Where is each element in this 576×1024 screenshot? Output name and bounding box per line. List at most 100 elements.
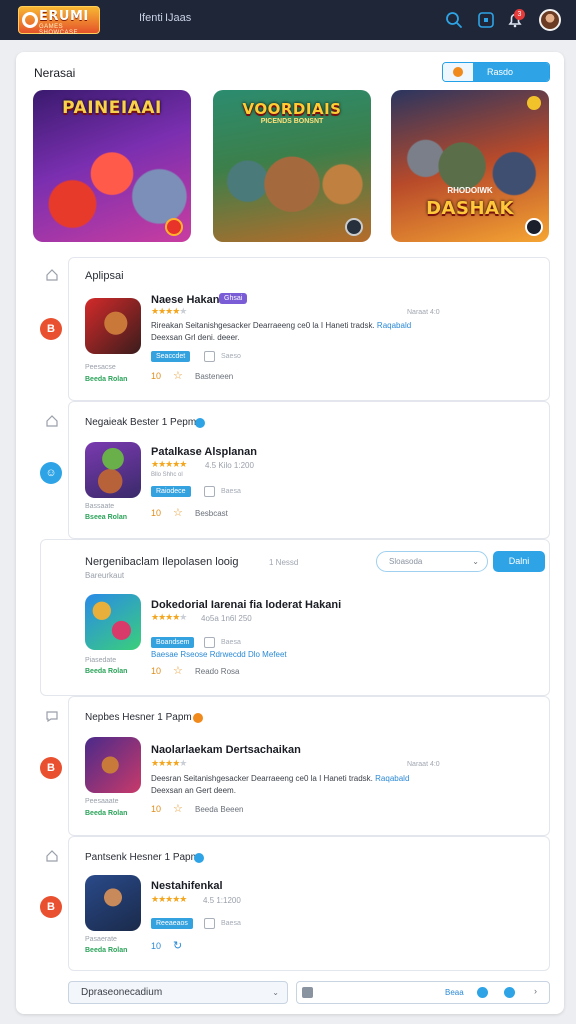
list-item[interactable]: Negaieak Bester 1 Pepm Patalkase Alsplan… bbox=[68, 401, 550, 539]
verified-icon bbox=[195, 418, 205, 428]
home-icon[interactable] bbox=[45, 414, 59, 428]
item-note: Naraat 4:0 bbox=[407, 761, 440, 768]
app-icon[interactable] bbox=[85, 594, 141, 650]
apps-icon[interactable] bbox=[476, 10, 496, 30]
nav-link-1[interactable]: Ifenti bbox=[139, 12, 163, 24]
item-meta-link[interactable]: Beeda Rolan bbox=[85, 810, 127, 817]
banner-badge-icon bbox=[165, 218, 183, 236]
star-rating: ★★★★★ bbox=[151, 758, 187, 768]
item-meta-link[interactable]: Beeda Rolan bbox=[85, 668, 127, 675]
status-chip: Boandsem bbox=[151, 637, 195, 648]
notification-count-badge: 3 bbox=[514, 9, 525, 20]
list-item-expanded[interactable]: Nergenibaclam Ilepolasen looig 1 Nessd B… bbox=[40, 539, 550, 696]
search-icon[interactable] bbox=[444, 10, 464, 30]
banner-subtitle: RHODOIWK bbox=[447, 186, 493, 195]
page-dot[interactable] bbox=[477, 987, 488, 998]
home-icon[interactable] bbox=[45, 268, 59, 282]
item-meta: Peesacse bbox=[85, 364, 116, 371]
next-page-button[interactable]: › bbox=[534, 986, 537, 996]
home-icon[interactable] bbox=[45, 849, 59, 863]
page-dot[interactable] bbox=[504, 987, 515, 998]
description-link[interactable]: Baesae Rseose Rdrwecdd Dlo Mefeet bbox=[151, 649, 287, 661]
platform-label: Baesa bbox=[221, 488, 241, 495]
description-link[interactable]: Raqabald bbox=[377, 321, 411, 330]
favorite-star-icon[interactable]: ☆ bbox=[173, 664, 183, 677]
logo-title: ERUMI bbox=[39, 9, 89, 24]
device-icon bbox=[204, 637, 215, 648]
item-meta-link[interactable]: Beeda Rolan bbox=[85, 947, 127, 954]
platform-label: Saeso bbox=[221, 353, 241, 360]
bag-action-icon[interactable]: B bbox=[40, 318, 62, 340]
bag-action-icon[interactable]: B bbox=[40, 896, 62, 918]
item-description-line2: Deexsan Grl deni. deeer. bbox=[151, 333, 240, 342]
featured-banner-2[interactable]: VOORDIAIS PICENDS BONSNT bbox=[213, 90, 371, 242]
sort-select[interactable]: Sloasoda ⌄ bbox=[376, 551, 488, 572]
pagination-bar: Beaa › bbox=[296, 981, 550, 1004]
rating-sub: Bllo Shhc ol bbox=[151, 472, 183, 478]
app-name[interactable]: Nestahifenkal bbox=[151, 880, 223, 892]
item-meta-link[interactable]: Bseea Rolan bbox=[85, 514, 127, 521]
lock-icon bbox=[302, 987, 313, 998]
star-rating: ★★★★★ bbox=[151, 894, 187, 904]
like-count: 10 bbox=[151, 804, 162, 814]
featured-banner-3[interactable]: RHODOIWK DASHAK bbox=[391, 90, 549, 242]
status-chip: Reeaeaos bbox=[151, 918, 193, 929]
device-icon bbox=[204, 918, 215, 929]
item-heading: Pantsenk Hesner 1 Papm bbox=[85, 852, 199, 863]
platform-label: Baesa bbox=[221, 920, 241, 927]
description-link[interactable]: Raqabald bbox=[375, 774, 409, 783]
item-meta: Peesaaate bbox=[85, 798, 119, 805]
logo-ring-icon bbox=[22, 12, 38, 28]
device-icon bbox=[204, 351, 215, 362]
pill-left-segment[interactable] bbox=[443, 63, 473, 81]
banner-badge-icon bbox=[525, 218, 543, 236]
item-heading: Negaieak Bester 1 Pepm bbox=[85, 417, 197, 428]
app-icon[interactable] bbox=[85, 442, 141, 498]
chevron-down-icon: ⌄ bbox=[272, 988, 279, 997]
chevron-down-icon: ⌄ bbox=[472, 557, 479, 566]
apply-button[interactable]: Dalni bbox=[493, 551, 545, 572]
app-icon[interactable] bbox=[85, 298, 141, 354]
item-meta: Bassaate bbox=[85, 503, 115, 510]
item-heading-note: 1 Nessd bbox=[269, 558, 299, 567]
app-name[interactable]: Patalkase Alsplanan bbox=[151, 446, 257, 458]
app-icon[interactable] bbox=[85, 737, 141, 793]
list-item[interactable]: Pantsenk Hesner 1 Papm Nestahifenkal ★★★… bbox=[68, 836, 550, 971]
item-action[interactable]: Beeda Beeen bbox=[195, 805, 244, 814]
user-avatar[interactable] bbox=[539, 9, 561, 31]
app-name[interactable]: Dokedorial Iarenai fia loderat Hakani bbox=[151, 599, 341, 611]
app-logo[interactable]: ERUMI GAMES SHOWCASE bbox=[18, 6, 100, 36]
genre-tag: Ghsai bbox=[219, 293, 248, 304]
category-select[interactable]: Dpraseonecadium ⌄ bbox=[68, 981, 288, 1004]
section-toggle-pill[interactable]: Rasdo bbox=[442, 62, 550, 82]
app-name[interactable]: Naese Hakan bbox=[151, 294, 220, 306]
favorite-star-icon[interactable]: ☆ bbox=[173, 369, 183, 382]
item-action[interactable]: Reado Rosa bbox=[195, 667, 239, 676]
item-action[interactable]: Besbcast bbox=[195, 509, 228, 518]
rating-value: 4.5 Kilo 1:200 bbox=[205, 461, 254, 470]
nav-link-2[interactable]: IJaas bbox=[165, 12, 191, 24]
app-icon[interactable] bbox=[85, 875, 141, 931]
item-heading: Aplipsai bbox=[85, 270, 124, 282]
banner-coin-icon bbox=[527, 96, 541, 110]
item-subheading: Bareurkaut bbox=[85, 571, 125, 580]
favorite-star-icon[interactable]: ☆ bbox=[173, 506, 183, 519]
list-item[interactable]: Aplipsai Naese Hakan Ghsai ★★★★★ Naraat … bbox=[68, 257, 550, 401]
item-meta: Pasaerate bbox=[85, 936, 117, 943]
item-meta: Piasedate bbox=[85, 657, 117, 664]
list-item[interactable]: Nepbes Hesner 1 Papm Naolarlaekam Dertsa… bbox=[68, 696, 550, 836]
banner-title: PAINEIAAI bbox=[62, 98, 162, 118]
item-meta-link[interactable]: Beeda Rolan bbox=[85, 376, 127, 383]
section-title: Nerasai bbox=[34, 66, 76, 80]
pill-right-label[interactable]: Rasdo bbox=[473, 63, 549, 81]
banner-badge-icon bbox=[345, 218, 363, 236]
app-name[interactable]: Naolarlaekam Dertsachaikan bbox=[151, 744, 301, 756]
item-action[interactable]: Basteneen bbox=[195, 372, 233, 381]
favorite-star-icon[interactable]: ☆ bbox=[173, 802, 183, 815]
featured-banner-1[interactable]: PAINEIAAI bbox=[33, 90, 191, 242]
smile-action-icon[interactable]: ☺ bbox=[40, 462, 62, 484]
chat-icon[interactable] bbox=[45, 709, 59, 723]
bag-action-icon[interactable]: B bbox=[40, 757, 62, 779]
device-icon bbox=[204, 486, 215, 497]
refresh-icon[interactable]: ↻ bbox=[173, 939, 182, 952]
